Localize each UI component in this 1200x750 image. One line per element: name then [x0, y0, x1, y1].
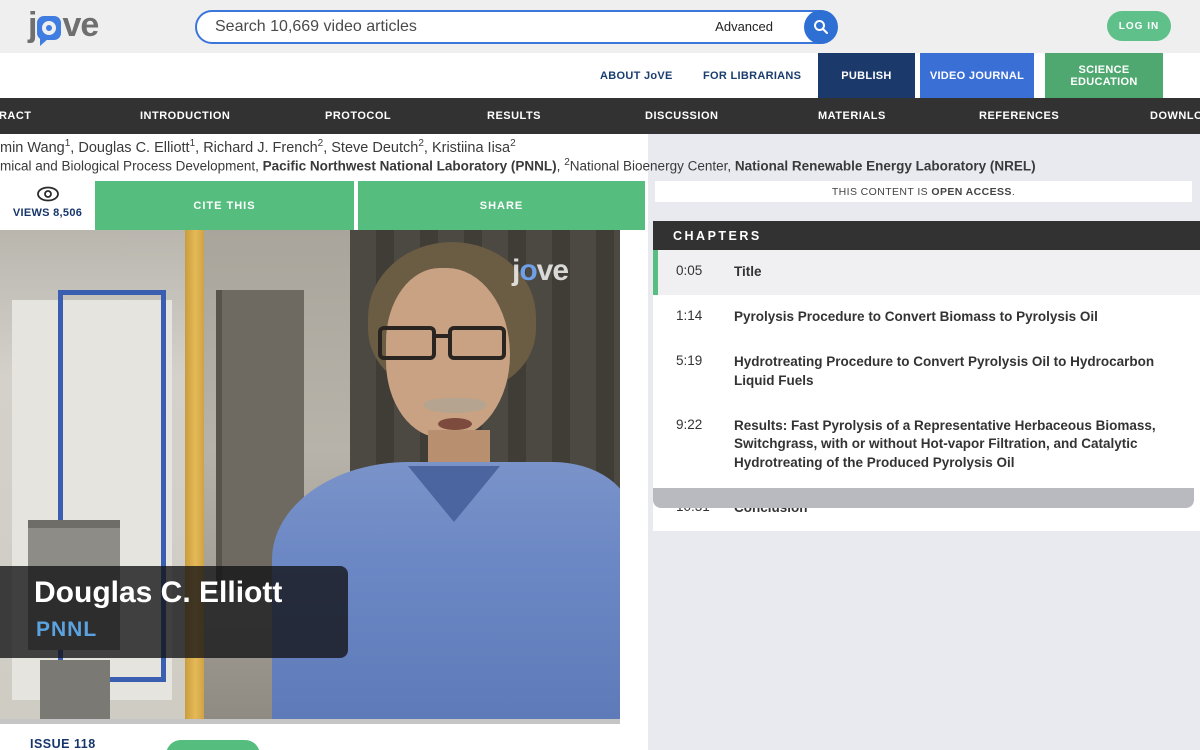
- chapter-timestamp: 1:14: [676, 308, 718, 327]
- search-icon: [813, 19, 829, 35]
- video-player[interactable]: jove Douglas C. Elliott PNNL: [0, 230, 620, 719]
- login-button[interactable]: LOG IN: [1107, 11, 1171, 41]
- top-header: jve Advanced LOG IN: [0, 0, 1200, 53]
- chapter-row[interactable]: 0:05 Title: [653, 250, 1200, 295]
- logo-ve: ve: [62, 6, 98, 45]
- author-name[interactable]: Richard J. French: [203, 140, 317, 156]
- nav-button-publish[interactable]: PUBLISH: [818, 53, 915, 98]
- chapter-timestamp: 5:19: [676, 353, 718, 391]
- nav-link-for-librarians[interactable]: FOR LIBRARIANS: [703, 53, 801, 98]
- article-nav-protocol[interactable]: PROTOCOL: [325, 98, 391, 134]
- chapter-timestamp: 0:05: [676, 263, 718, 282]
- article-nav-discussion[interactable]: DISCUSSION: [645, 98, 718, 134]
- views-count: VIEWS 8,506: [0, 207, 95, 219]
- author-name[interactable]: Douglas C. Elliott: [78, 140, 189, 156]
- authors-line: min Wang1, Douglas C. Elliott1, Richard …: [0, 138, 1200, 156]
- chapter-row[interactable]: 9:22 Results: Fast Pyrolysis of a Represe…: [653, 404, 1200, 487]
- logo-speech-bubble-icon: [37, 16, 61, 40]
- speaker-org: PNNL: [36, 618, 97, 642]
- search-input[interactable]: [215, 14, 735, 40]
- logo-j: j: [28, 6, 36, 45]
- share-button[interactable]: SHARE: [358, 181, 645, 230]
- speaker-collar: [408, 466, 500, 522]
- nav-link-about-jove[interactable]: ABOUT JoVE: [600, 53, 673, 98]
- article-nav-download[interactable]: DOWNLOAD: [1150, 98, 1200, 134]
- chapter-row[interactable]: 1:14 Pyrolysis Procedure to Convert Bioma…: [653, 295, 1200, 340]
- secondary-nav: ABOUT JoVE FOR LIBRARIANS PUBLISHVIDEO JOU…: [0, 53, 1200, 98]
- speaker-name: Douglas C. Elliott: [34, 576, 282, 610]
- article-nav-abstract[interactable]: ABSTRACT: [0, 98, 32, 134]
- search-bar: Advanced: [195, 10, 837, 44]
- search-button[interactable]: [804, 10, 838, 44]
- advanced-search-link[interactable]: Advanced: [715, 19, 773, 34]
- nav-button-video-journal[interactable]: VIDEO JOURNAL: [920, 53, 1034, 98]
- chapters-header: CHAPTERS: [653, 221, 1200, 250]
- article-nav-materials[interactable]: MATERIALS: [818, 98, 886, 134]
- author-name[interactable]: Kristiina Iisa: [432, 140, 510, 156]
- author-name[interactable]: Steve Deutch: [331, 140, 418, 156]
- issue-label[interactable]: ISSUE 118: [30, 737, 96, 750]
- chapters-scrollbar[interactable]: [653, 488, 1194, 508]
- article-nav-results[interactable]: RESULTS: [487, 98, 541, 134]
- views-box: VIEWS 8,506: [0, 181, 95, 230]
- article-nav-introduction[interactable]: INTRODUCTION: [140, 98, 230, 134]
- chapter-title: Title: [734, 263, 762, 282]
- nav-button-science-education[interactable]: SCIENCE EDUCATION: [1045, 53, 1163, 98]
- page: jve Advanced LOG IN ABOUT JoVE FOR LIBRAR…: [0, 0, 1200, 750]
- chapter-title: Pyrolysis Procedure to Convert Biomass t…: [734, 308, 1098, 327]
- bottom-green-button[interactable]: [166, 740, 260, 750]
- speaker-mouth: [438, 418, 472, 430]
- chapter-title: Hydrotreating Procedure to Convert Pyrol…: [734, 353, 1170, 391]
- speaker-glasses: [378, 326, 518, 362]
- article-nav-references[interactable]: REFERENCES: [979, 98, 1059, 134]
- cite-this-button[interactable]: CITE THIS: [95, 181, 354, 230]
- speaker-mustache: [424, 398, 486, 413]
- video-bottom-edge: [0, 719, 620, 724]
- chapter-title: Results: Fast Pyrolysis of a Representat…: [734, 417, 1170, 474]
- jove-logo[interactable]: jve: [28, 6, 98, 45]
- views-eye-icon: [0, 185, 95, 203]
- affiliations-line: mical and Biological Process Development…: [0, 157, 1200, 174]
- open-access-banner: THIS CONTENT IS OPEN ACCESS.: [655, 181, 1192, 202]
- chapter-timestamp: 9:22: [676, 417, 718, 474]
- chapter-row[interactable]: 5:19 Hydrotreating Procedure to Convert P…: [653, 340, 1200, 404]
- article-section-nav: ABSTRACT INTRODUCTION PROTOCOL RESULTS DISCU…: [0, 98, 1200, 134]
- video-scene-equipment-2: [40, 660, 110, 719]
- jove-watermark: jove: [512, 254, 568, 288]
- author-name[interactable]: min Wang: [0, 140, 65, 156]
- speaker-lower-third: Douglas C. Elliott PNNL: [0, 566, 348, 658]
